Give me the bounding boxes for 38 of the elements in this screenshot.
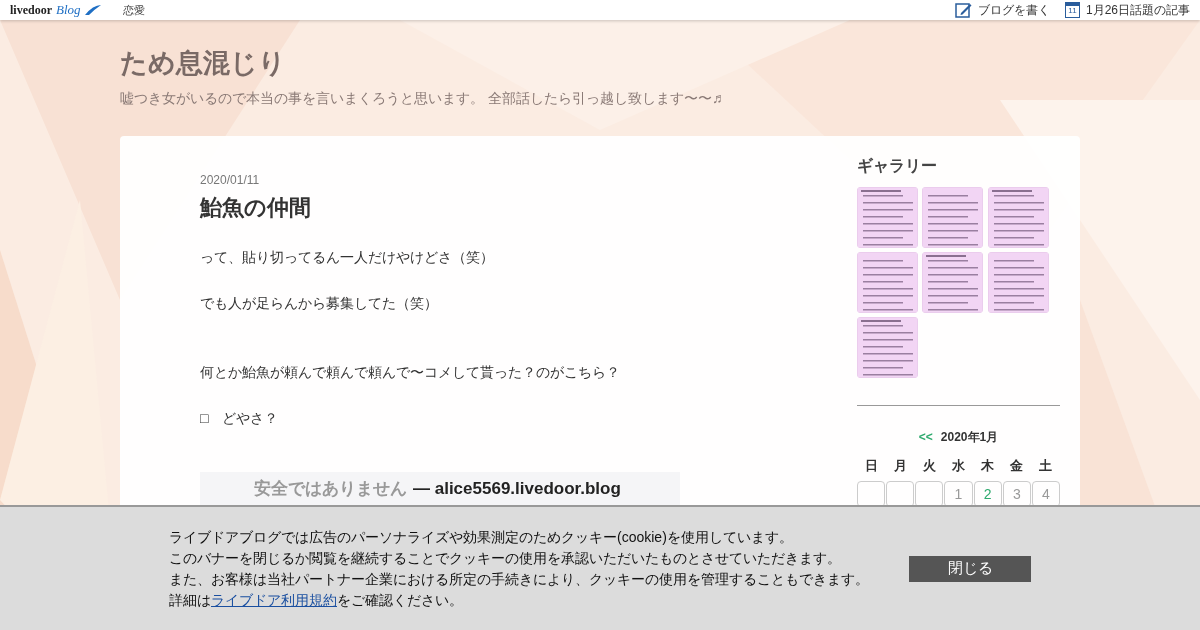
- weekday-label: 土: [1038, 457, 1054, 475]
- cookie-notice-text: また、お客様は当社パートナー企業における所定の手続きにより、クッキーの使用を管理することもできます。: [169, 569, 870, 589]
- topbar-link[interactable]: ブログを書く: [954, 1, 1050, 19]
- article-paragraph: って、貼り切ってるん一人だけやけどさ（笑）: [200, 248, 495, 267]
- topbar-link[interactable]: 11 1月26日話題の記事: [1064, 1, 1190, 19]
- article-date: 2020/01/11: [200, 172, 261, 189]
- category-link[interactable]: 恋愛: [122, 1, 145, 19]
- blog-description: 嘘つき女がいるので本当の事を言いまくろうと思います。 全部話したら引っ越し致します〜〜♬: [120, 89, 727, 108]
- close-button[interactable]: 閉じる: [909, 555, 1031, 582]
- calendar-icon: 11: [1064, 2, 1080, 18]
- gallery-thumbnail[interactable]: [857, 187, 918, 248]
- gallery-thumbnail[interactable]: [922, 187, 984, 248]
- article-paragraph: でも人が足らんから募集してた（笑）: [200, 294, 439, 313]
- pencil-icon: [954, 2, 972, 18]
- article-paragraph: 何とか鮐魚が頼んで頼んで頼んで〜コメして貰った？のがこちら？: [200, 363, 621, 382]
- calendar-month: 2020年1月: [940, 429, 999, 446]
- terms-link[interactable]: ライブドア利用規約: [211, 591, 337, 608]
- gallery-thumbnail[interactable]: [987, 252, 1049, 313]
- screenshot-warning-text: 安全ではありません: [254, 478, 407, 500]
- cookie-notice-text: 詳細はライブドア利用規約をご確認ください。: [169, 590, 464, 610]
- weekday-label: 日: [863, 457, 879, 475]
- article-paragraph: □ どやさ？: [200, 409, 280, 428]
- cookie-notice-text: このバナーを閉じるか閲覧を継続することでクッキーの使用を承認いただいたものとさせていただきます。: [169, 548, 842, 568]
- gallery-thumbnail[interactable]: [922, 252, 984, 313]
- weekday-label: 月: [892, 457, 908, 475]
- gallery-thumbnail[interactable]: [857, 252, 918, 313]
- screenshot-address-text: — alice5569.livedoor.blog: [413, 478, 621, 500]
- gallery-thumbnail[interactable]: [857, 317, 918, 378]
- weekday-label: 火: [921, 457, 937, 475]
- gallery-thumbnail[interactable]: [987, 187, 1049, 248]
- weekday-label: 水: [951, 457, 966, 475]
- gallery-heading: ギャラリー: [857, 156, 938, 176]
- livedoor-blog-logo[interactable]: livedoor Blog: [10, 0, 101, 20]
- article-title[interactable]: 鮐魚の仲間: [200, 191, 840, 224]
- blog-title[interactable]: ため息混じり: [120, 46, 1200, 80]
- weekday-label: 金: [1009, 457, 1025, 475]
- cookie-notice-text: ライブドアブログでは広告のパーソナライズや効果測定のためクッキー(cookie)を使用しています。: [169, 527, 794, 547]
- weekday-label: 木: [980, 457, 996, 475]
